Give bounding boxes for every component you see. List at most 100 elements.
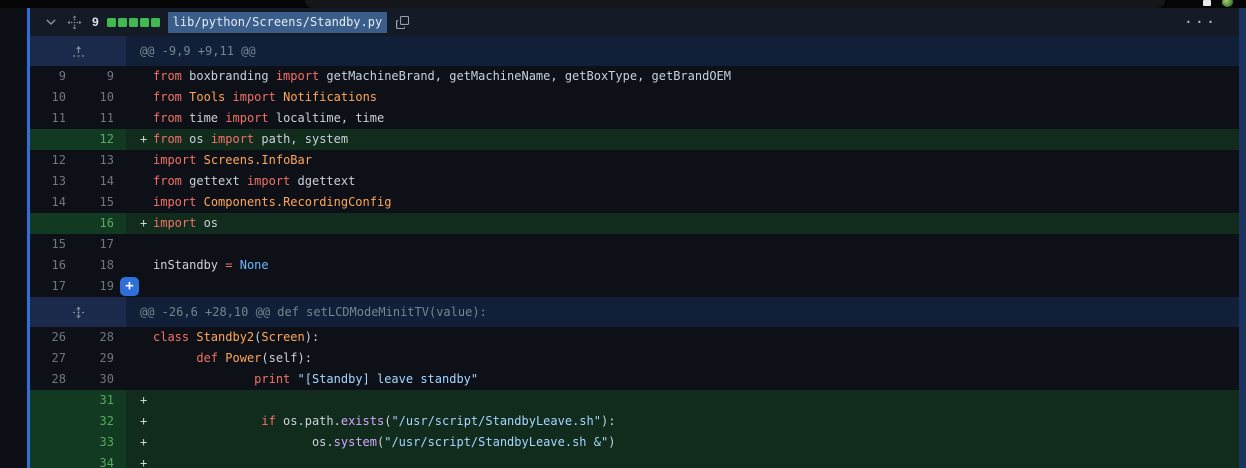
code-token: exists bbox=[341, 414, 384, 428]
old-line-number[interactable]: 12 bbox=[30, 150, 78, 171]
diff-line-code bbox=[126, 276, 1239, 297]
new-line-number[interactable]: 17 bbox=[78, 234, 126, 255]
old-line-number[interactable]: 15 bbox=[30, 234, 78, 255]
page-scrollbar[interactable] bbox=[1239, 8, 1246, 468]
new-line-number[interactable]: 19+ bbox=[78, 276, 126, 297]
new-line-number[interactable]: 10 bbox=[78, 87, 126, 108]
code-token: os bbox=[196, 216, 218, 230]
code-token: Components.RecordingConfig bbox=[204, 195, 392, 209]
browser-extension-icon[interactable] bbox=[1203, 0, 1211, 6]
old-line-number[interactable]: 28 bbox=[30, 369, 78, 390]
code-token: ): bbox=[305, 330, 319, 344]
old-line-number[interactable]: 26 bbox=[30, 327, 78, 348]
diff-row-added: 34 + bbox=[30, 453, 1239, 468]
diff-row-context: 2628class Standby2(Screen): bbox=[30, 327, 1239, 348]
code-token bbox=[153, 435, 312, 449]
code-token: getMachineBrand, getMachineName, getBoxT… bbox=[319, 69, 731, 83]
old-line-number[interactable]: 14 bbox=[30, 192, 78, 213]
diffstat-square bbox=[118, 18, 127, 27]
code-token: import bbox=[247, 174, 290, 188]
code-token: Screen bbox=[261, 330, 304, 344]
new-line-number[interactable]: 28 bbox=[78, 327, 126, 348]
browser-avatar-icon[interactable] bbox=[1222, 0, 1233, 7]
code-token: Tools bbox=[189, 90, 225, 104]
diff-line-code: + if os.path.exists("/usr/script/Standby… bbox=[126, 411, 1239, 432]
new-line-number[interactable]: 12 bbox=[78, 129, 126, 150]
expand-both-icon[interactable] bbox=[30, 297, 126, 327]
old-line-number[interactable] bbox=[30, 411, 78, 432]
old-line-number[interactable]: 13 bbox=[30, 171, 78, 192]
collapse-file-chevron-down-icon[interactable] bbox=[44, 15, 58, 29]
hunk-header-row: @@ -9,9 +9,11 @@ bbox=[30, 36, 1239, 66]
code-token: os. bbox=[312, 435, 334, 449]
diff-line-marker: + bbox=[140, 129, 153, 150]
code-token: "/usr/script/StandbyLeave.sh &" bbox=[384, 435, 608, 449]
code-token: from bbox=[153, 174, 182, 188]
code-token: ): bbox=[601, 414, 615, 428]
diff-line-code: + bbox=[126, 390, 1239, 411]
add-comment-plus-button[interactable]: + bbox=[120, 277, 139, 296]
diff-row-context: 2830 print "[Standby] leave standby" bbox=[30, 369, 1239, 390]
code-token: localtime, time bbox=[269, 111, 385, 125]
diff-row-context: 1517 bbox=[30, 234, 1239, 255]
diff-line-marker: + bbox=[140, 411, 153, 432]
diff-row-added: 12+from os import path, system bbox=[30, 129, 1239, 150]
code-token: from bbox=[153, 90, 182, 104]
code-token: "/usr/script/StandbyLeave.sh" bbox=[391, 414, 601, 428]
diff-row-added: 31+ bbox=[30, 390, 1239, 411]
file-diff-header: 9 lib/python/Screens/Standby.py ··· bbox=[30, 8, 1239, 36]
old-line-number[interactable]: 16 bbox=[30, 255, 78, 276]
old-line-number[interactable] bbox=[30, 390, 78, 411]
file-diff-container: 9 lib/python/Screens/Standby.py ··· @@ -… bbox=[30, 8, 1239, 468]
new-line-number[interactable]: 34 bbox=[78, 453, 126, 468]
new-line-number[interactable]: 13 bbox=[78, 150, 126, 171]
new-line-number[interactable]: 32 bbox=[78, 411, 126, 432]
new-line-number[interactable]: 9 bbox=[78, 66, 126, 87]
diff-line-code: + os.system("/usr/script/StandbyLeave.sh… bbox=[126, 432, 1239, 453]
code-token: import bbox=[153, 153, 196, 167]
diff-line-marker: + bbox=[140, 453, 153, 468]
old-line-number[interactable] bbox=[30, 453, 78, 468]
old-line-number[interactable]: 17 bbox=[30, 276, 78, 297]
drag-grip-icon[interactable] bbox=[67, 15, 82, 30]
code-token bbox=[153, 414, 261, 428]
old-line-number[interactable]: 9 bbox=[30, 66, 78, 87]
old-line-number[interactable]: 10 bbox=[30, 87, 78, 108]
diffstat-squares bbox=[107, 18, 160, 27]
new-line-number[interactable]: 14 bbox=[78, 171, 126, 192]
hunk-header-text: @@ -26,6 +28,10 @@ def setLCDModeMinitTV… bbox=[126, 297, 1239, 327]
copy-path-icon[interactable] bbox=[396, 16, 409, 29]
new-line-number[interactable]: 33 bbox=[78, 432, 126, 453]
old-line-number[interactable] bbox=[30, 432, 78, 453]
code-token: import bbox=[276, 69, 319, 83]
code-token: inStandby bbox=[153, 258, 225, 272]
changed-lines-count: 9 bbox=[92, 15, 99, 29]
old-line-number[interactable]: 11 bbox=[30, 108, 78, 129]
new-line-number[interactable]: 16 bbox=[78, 213, 126, 234]
code-token bbox=[153, 351, 196, 365]
expand-up-icon[interactable] bbox=[30, 36, 126, 66]
new-line-number[interactable]: 30 bbox=[78, 369, 126, 390]
diff-line-code: +import os bbox=[126, 213, 1239, 234]
new-line-number[interactable]: 18 bbox=[78, 255, 126, 276]
new-line-number[interactable]: 31 bbox=[78, 390, 126, 411]
diffstat-square bbox=[107, 18, 116, 27]
code-token bbox=[290, 372, 297, 386]
old-line-number[interactable] bbox=[30, 129, 78, 150]
old-line-number[interactable] bbox=[30, 213, 78, 234]
diff-body: @@ -9,9 +9,11 @@99 from boxbranding impor… bbox=[30, 36, 1239, 468]
old-line-number[interactable]: 27 bbox=[30, 348, 78, 369]
new-line-number[interactable]: 29 bbox=[78, 348, 126, 369]
code-token: import bbox=[211, 132, 254, 146]
file-options-kebab-icon[interactable]: ··· bbox=[1184, 18, 1217, 26]
diff-line-code: print "[Standby] leave standby" bbox=[126, 369, 1239, 390]
new-line-number[interactable]: 15 bbox=[78, 192, 126, 213]
new-line-number[interactable]: 11 bbox=[78, 108, 126, 129]
code-token: boxbranding bbox=[182, 69, 276, 83]
diffstat-square bbox=[151, 18, 160, 27]
diff-line-code: from time import localtime, time bbox=[126, 108, 1239, 129]
code-token: from bbox=[153, 111, 182, 125]
code-token: def bbox=[196, 351, 218, 365]
code-token: print bbox=[254, 372, 290, 386]
diff-row-added: 32+ if os.path.exists("/usr/script/Stand… bbox=[30, 411, 1239, 432]
